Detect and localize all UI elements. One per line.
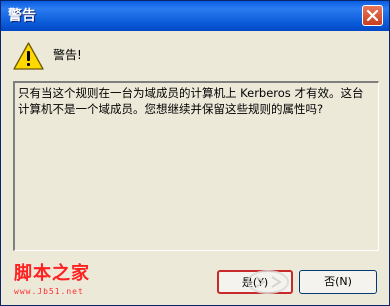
title-bar[interactable]: 警告: [1, 1, 389, 31]
warning-icon: [13, 42, 44, 70]
watermark-logo-icon: [247, 270, 289, 294]
warning-dialog: 警告 警告! 只有当这个规则在一台为域成员的计算机上 Kerberos 才有效。…: [0, 0, 390, 306]
message-text: 只有当这个规则在一台为域成员的计算机上 Kerberos 才有效。这台计算机不是…: [18, 86, 364, 116]
close-button[interactable]: [362, 5, 383, 26]
watermark-site-name: 脚本之家: [14, 263, 90, 284]
no-button[interactable]: 否(N): [299, 270, 377, 294]
warning-heading: 警告!: [53, 48, 82, 62]
message-box[interactable]: 只有当这个规则在一台为域成员的计算机上 Kerberos 才有效。这台计算机不是…: [13, 81, 379, 251]
watermark-url: www.Jb51.net: [14, 287, 84, 296]
window-title: 警告: [8, 8, 36, 24]
close-icon: [367, 10, 378, 21]
